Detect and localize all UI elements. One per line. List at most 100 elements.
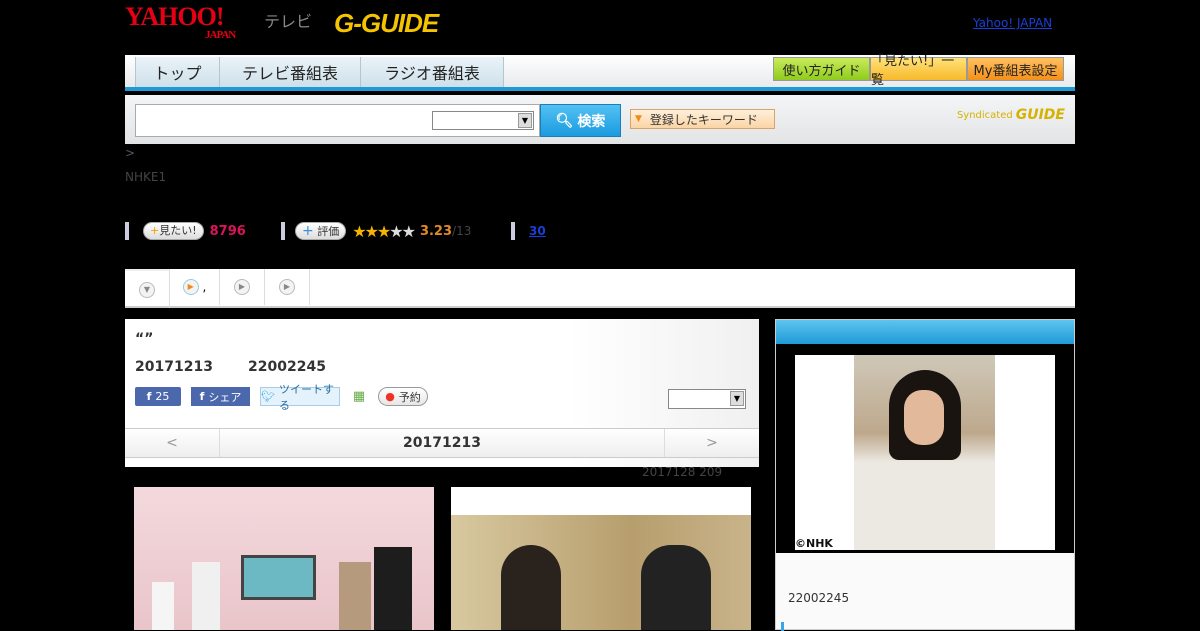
divider — [281, 222, 285, 240]
main-nav: トップ テレビ番組表 ラジオ番組表 使い方ガイド 「見たい!」一覧 My番組表設… — [125, 54, 1075, 91]
chevron-down-icon: ▼ — [518, 113, 532, 128]
date-pager: < 20171213 > — [125, 428, 759, 458]
search-button[interactable]: 🔍︎ 検索 — [540, 104, 621, 137]
program-select[interactable]: ▼ — [668, 389, 746, 409]
rating-stat: + 評価 ★★★★★ 3.23/13 — [281, 221, 471, 241]
mitai-stat: +見たい! 8796 — [125, 221, 246, 241]
chevron-down-icon: ▼ — [730, 391, 744, 406]
tweet-button[interactable]: 🐦︎ ツイートする — [260, 383, 340, 412]
keyword-button-label: 登録したキーワード — [649, 112, 758, 127]
search-button-label: 検索 — [577, 113, 606, 130]
gguide-logo: G-GUIDE — [334, 8, 439, 38]
reserve-button[interactable]: ● 予約 — [378, 387, 428, 406]
photo-person — [641, 545, 711, 630]
facebook-icon: f — [146, 390, 152, 403]
play-icon: ▶ — [234, 279, 250, 295]
triangle-down-icon: ▼ — [635, 114, 642, 124]
share-label: シェア — [208, 390, 242, 404]
guide-button[interactable]: 使い方ガイド — [773, 57, 870, 81]
search-category-select[interactable]: ▼ — [432, 111, 534, 130]
rate-label: 評価 — [317, 225, 340, 238]
yahoo-japan-link[interactable]: Yahoo! JAPAN — [973, 16, 1052, 30]
facebook-count: 25 — [155, 390, 170, 403]
photo-scene — [451, 515, 751, 630]
rate-button[interactable]: + 評価 — [295, 222, 347, 240]
facebook-like-button[interactable]: f 25 — [135, 387, 181, 406]
my-settings-button[interactable]: My番組表設定 — [967, 57, 1064, 81]
tab-1[interactable]: ▶ , — [170, 269, 220, 305]
star-icon[interactable]: ★ — [352, 222, 366, 241]
star-icon[interactable]: ★ — [389, 222, 403, 241]
syndicated-text: Syndicated — [956, 109, 1013, 121]
comment-stat: 30 — [511, 221, 546, 241]
logo-subtext: JAPAN — [205, 29, 236, 41]
mitai-count: 8796 — [209, 223, 246, 239]
mitai-label: 見たい! — [159, 224, 197, 237]
photo-monitor — [241, 555, 316, 600]
divider — [125, 222, 129, 240]
registered-keywords-button[interactable]: ▼ 登録したキーワード — [630, 109, 775, 129]
breadcrumb[interactable]: > — [125, 146, 135, 160]
mitai-button[interactable]: +見たい! — [143, 222, 204, 240]
facebook-icon: f — [199, 390, 205, 403]
sidebar-photo-frame: ©NHK — [776, 344, 1074, 553]
photo-person — [152, 582, 174, 630]
photo-face — [904, 390, 944, 445]
tab-2[interactable]: ▶ — [220, 269, 265, 305]
nav-tab-top[interactable]: トップ — [135, 57, 220, 87]
search-bar: ▼ 🔍︎ 検索 ▼ 登録したキーワード Syndicated GUIDE — [125, 95, 1075, 144]
content-tabs: ▼ ▶ , ▶ ▶ — [125, 269, 1075, 308]
facebook-share-button[interactable]: f シェア — [191, 387, 250, 406]
channel-name: NHKE1 — [125, 170, 167, 184]
photo-portrait — [854, 355, 995, 550]
twitter-bird-icon: 🐦︎ — [261, 390, 275, 403]
pager-next[interactable]: > — [664, 429, 759, 457]
program-title: “” — [135, 331, 154, 347]
record-dot-icon: ● — [385, 390, 395, 403]
divider — [511, 222, 515, 240]
nav-tab-tv-listings[interactable]: テレビ番組表 — [219, 57, 361, 87]
pager-date: 20171213 — [403, 435, 481, 451]
sidebar-photo[interactable]: ©NHK — [795, 355, 1055, 550]
plus-icon: + — [302, 223, 314, 239]
pager-prev[interactable]: < — [125, 429, 220, 457]
star-icon[interactable]: ★ — [402, 222, 416, 241]
sidebar-time: 22002245 — [788, 591, 850, 605]
nav-tab-radio-listings[interactable]: ラジオ番組表 — [360, 57, 504, 87]
rating-stars: ★★★★★ — [352, 222, 416, 241]
rating-value: 3.23 — [419, 223, 453, 239]
tv-logo-text: テレビ — [264, 12, 313, 31]
comment-count-link[interactable]: 30 — [529, 224, 546, 238]
program-date: 20171213 — [135, 359, 213, 375]
plus-icon: + — [150, 224, 160, 237]
calendar-add-icon[interactable]: ▦ — [350, 387, 368, 406]
star-icon[interactable]: ★ — [377, 222, 391, 241]
mitai-list-button[interactable]: 「見たい!」一覧 — [870, 54, 967, 88]
tab-collapse[interactable]: ▼ — [125, 269, 170, 308]
program-time: 22002245 — [248, 359, 326, 375]
sidebar-header — [776, 320, 1074, 344]
program-photo-1[interactable] — [134, 487, 434, 630]
play-icon: ▶ — [279, 279, 295, 295]
copyright-text: ©NHK — [795, 537, 833, 550]
program-panel: “” 20171213 22002245 f 25 f シェア 🐦︎ ツイートする ▦… — [125, 319, 759, 467]
logo-text: YAHOO! — [125, 2, 224, 31]
rating-count: /13 — [452, 223, 472, 238]
star-icon[interactable]: ★ — [365, 222, 379, 241]
program-photo-2[interactable] — [451, 487, 751, 630]
tweet-label: ツイートする — [278, 382, 334, 412]
photo-person — [501, 545, 561, 630]
photo-person — [192, 562, 220, 630]
photo-person — [374, 547, 412, 630]
sidebar-panel: ©NHK 22002245 — [775, 319, 1075, 631]
tab-3[interactable]: ▶ — [265, 269, 310, 305]
reserve-label: 予約 — [398, 390, 421, 404]
chevron-down-icon: ▼ — [139, 281, 155, 298]
play-icon: ▶ — [182, 279, 199, 295]
photo-person — [339, 562, 371, 630]
gguide-small-logo: GUIDE — [1015, 107, 1065, 123]
search-icon: 🔍︎ — [555, 112, 574, 129]
yahoo-logo[interactable]: YAHOO! JAPAN — [125, 2, 236, 41]
update-note: 2017128 209 — [642, 465, 723, 479]
syndicated-logo: Syndicated GUIDE — [957, 107, 1065, 123]
